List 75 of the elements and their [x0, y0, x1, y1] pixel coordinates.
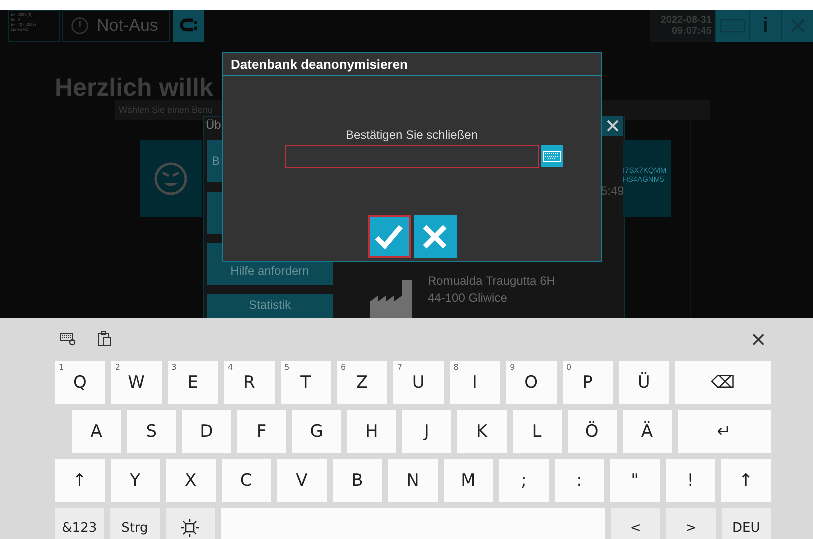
- keyboard-key[interactable]: Ü: [618, 361, 670, 404]
- key-number-hint: 6: [340, 363, 346, 372]
- keyboard-key[interactable]: K: [457, 410, 506, 453]
- key-number-hint: 2: [115, 363, 120, 372]
- keyboard-key[interactable]: <: [611, 508, 660, 539]
- power-icon: [71, 17, 89, 35]
- keyboard-key[interactable]: >: [666, 508, 716, 539]
- keyboard-key[interactable]: !: [666, 459, 716, 502]
- keyboard-key[interactable]: 4 R: [224, 361, 275, 404]
- key-number-hint: 0: [566, 363, 572, 372]
- key-number-hint: 4: [228, 363, 234, 372]
- address-line: 44-100 Gliwice: [428, 291, 508, 305]
- cancel-button[interactable]: [414, 215, 456, 258]
- keyboard-key[interactable]: Ö: [568, 410, 617, 453]
- keyboard-key[interactable]: DEU: [722, 508, 772, 539]
- keyboard-key[interactable]: C: [222, 459, 272, 502]
- keyboard-key[interactable]: 3 E: [168, 361, 218, 404]
- keyboard-key[interactable]: Ä: [622, 410, 672, 453]
- keyboard-key[interactable]: &123: [55, 508, 104, 539]
- keyboard-key[interactable]: S: [127, 410, 176, 453]
- key-number-hint: 7: [397, 363, 402, 372]
- keyboard-key[interactable]: V: [277, 459, 327, 502]
- angry-face-icon: [154, 162, 188, 196]
- keyboard-key[interactable]: ⌫: [675, 361, 772, 404]
- keyboard-key[interactable]: 6 Z: [336, 361, 388, 404]
- keyboard-key[interactable]: A: [72, 410, 122, 453]
- keyboard-key[interactable]: M: [444, 459, 494, 502]
- close-icon: [422, 224, 448, 250]
- keyboard-key[interactable]: ;: [499, 459, 549, 502]
- factory-icon: [370, 280, 412, 318]
- clipboard-icon[interactable]: [98, 330, 112, 346]
- panel-title: Üb: [206, 118, 222, 132]
- confirm-label: Bestätigen Sie schließen: [346, 128, 478, 142]
- keyboard-key[interactable]: 2 W: [111, 361, 162, 404]
- key-number-hint: 1: [59, 363, 64, 372]
- check-icon: [374, 224, 404, 250]
- key-number-hint: 8: [454, 363, 459, 372]
- keyboard-button[interactable]: [541, 145, 563, 167]
- keyboard-key[interactable]: ↵: [678, 410, 771, 453]
- keyboard-key[interactable]: L: [512, 410, 562, 453]
- keyboard-key[interactable]: G: [292, 410, 342, 453]
- close-icon: [606, 120, 618, 132]
- keyboard-key[interactable]: N: [388, 459, 438, 502]
- keyboard-close-button[interactable]: ×: [746, 326, 771, 350]
- keyboard-key[interactable]: X: [166, 459, 216, 502]
- keyboard-key[interactable]: ↑: [721, 459, 771, 502]
- brightness-key[interactable]: [166, 508, 215, 539]
- key-number-hint: 3: [172, 363, 177, 372]
- panel-close-button[interactable]: [602, 116, 623, 136]
- keyboard-key[interactable]: ↑: [55, 459, 105, 502]
- keyboard-key[interactable]: :: [554, 459, 604, 502]
- keyboard-key[interactable]: F: [237, 410, 286, 453]
- confirm-button[interactable]: [368, 215, 410, 258]
- keyboard-icon: [543, 150, 561, 162]
- keyboard-key[interactable]: H: [347, 410, 396, 453]
- keyboard-key[interactable]: 8 I: [450, 361, 500, 404]
- keyboard-key[interactable]: 5 T: [280, 361, 331, 404]
- keyboard-key[interactable]: 7 U: [393, 361, 444, 404]
- key-number-hint: 5: [284, 363, 290, 372]
- input-field[interactable]: [285, 145, 539, 168]
- keyboard-settings-icon[interactable]: [60, 332, 76, 346]
- keyboard-key[interactable]: J: [402, 410, 452, 453]
- brightness-icon: [180, 518, 200, 538]
- dialog-title: Datenbank deanonymisieren: [223, 53, 601, 76]
- keyboard-key[interactable]: B: [332, 459, 382, 502]
- avatar-tile[interactable]: [140, 140, 202, 217]
- keyboard-key[interactable]: 0 P: [562, 361, 613, 404]
- keyboard-key[interactable]: ": [610, 459, 660, 502]
- key-number-hint: 9: [510, 363, 516, 372]
- keyboard-key[interactable]: D: [182, 410, 232, 453]
- keyboard-key[interactable]: Strg: [110, 508, 160, 539]
- keyboard-key[interactable]: 9 O: [506, 361, 557, 404]
- keyboard-key[interactable]: 1 Q: [55, 361, 106, 404]
- address-line: Romualda Traugutta 6H: [428, 274, 556, 288]
- keyboard-key[interactable]: Y: [110, 459, 160, 502]
